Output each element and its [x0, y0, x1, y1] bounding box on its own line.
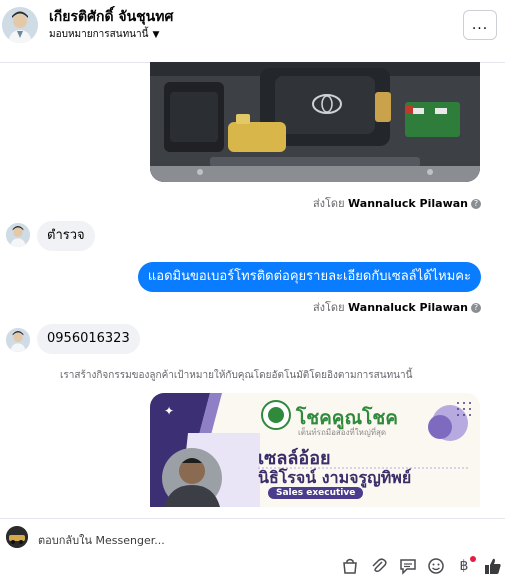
engine-photo-attachment[interactable]	[150, 62, 480, 182]
chevron-down-icon: ▼	[152, 30, 160, 40]
sent-by-label: ส่งโดย Wannaluck Pilawan?	[313, 194, 481, 212]
incoming-message[interactable]: 0956016323	[37, 324, 140, 354]
card-role-badge: Sales executive	[268, 487, 364, 499]
sent-by-agent: Wannaluck Pilawan	[348, 301, 468, 314]
info-icon[interactable]: ?	[471, 199, 481, 209]
sent-by-prefix: ส่งโดย	[312, 197, 345, 210]
message-composer: ตอบกลับใน Messenger... ฿	[0, 518, 505, 577]
sent-by-label: ส่งโดย Wannaluck Pilawan?	[313, 298, 481, 316]
svg-text:✦: ✦	[164, 404, 174, 418]
sent-by-agent: Wannaluck Pilawan	[348, 197, 468, 210]
assign-conversation-label: มอบหมายการสนทนานี้	[49, 29, 149, 40]
info-icon[interactable]: ?	[471, 303, 481, 313]
reply-input[interactable]: ตอบกลับใน Messenger...	[38, 531, 165, 549]
outgoing-message[interactable]: แอดมินขอเบอร์โทรติดต่อคุยรายละเอียดกับเซ…	[137, 262, 481, 292]
contact-name[interactable]: เกียรติศักดิ์ จันชุนทศ	[49, 6, 173, 28]
contact-avatar[interactable]	[2, 7, 38, 43]
notification-dot	[470, 556, 476, 562]
bag-icon[interactable]	[341, 557, 359, 575]
card-tagline: เต็นท์รถมือสองที่ใหญ่ที่สุด	[298, 428, 387, 437]
sales-card-attachment[interactable]: ✦ โชคคูณโชค เต็นท์รถมือสองที่ใหญ่ที่สุด …	[150, 393, 480, 507]
contact-avatar-small[interactable]	[6, 223, 30, 247]
page-avatar	[6, 526, 28, 548]
paperclip-icon[interactable]	[370, 557, 388, 575]
sent-by-prefix: ส่งโดย	[312, 301, 345, 314]
assign-conversation-dropdown[interactable]: มอบหมายการสนทนานี้ ▼	[49, 27, 159, 42]
contact-avatar-small[interactable]	[6, 328, 30, 352]
system-note: เราสร้างกิจกรรมของลูกค้าเป้าหมายให้กับคุ…	[60, 370, 413, 381]
chat-icon[interactable]	[399, 557, 417, 575]
conversation-header: เกียรติศักดิ์ จันชุนทศ มอบหมายการสนทนานี…	[0, 0, 505, 63]
emoji-icon[interactable]	[427, 557, 445, 575]
thumbs-up-icon[interactable]	[484, 557, 502, 575]
incoming-message[interactable]: ตำรวจ	[37, 221, 95, 251]
more-options-button[interactable]: ...	[463, 10, 497, 40]
